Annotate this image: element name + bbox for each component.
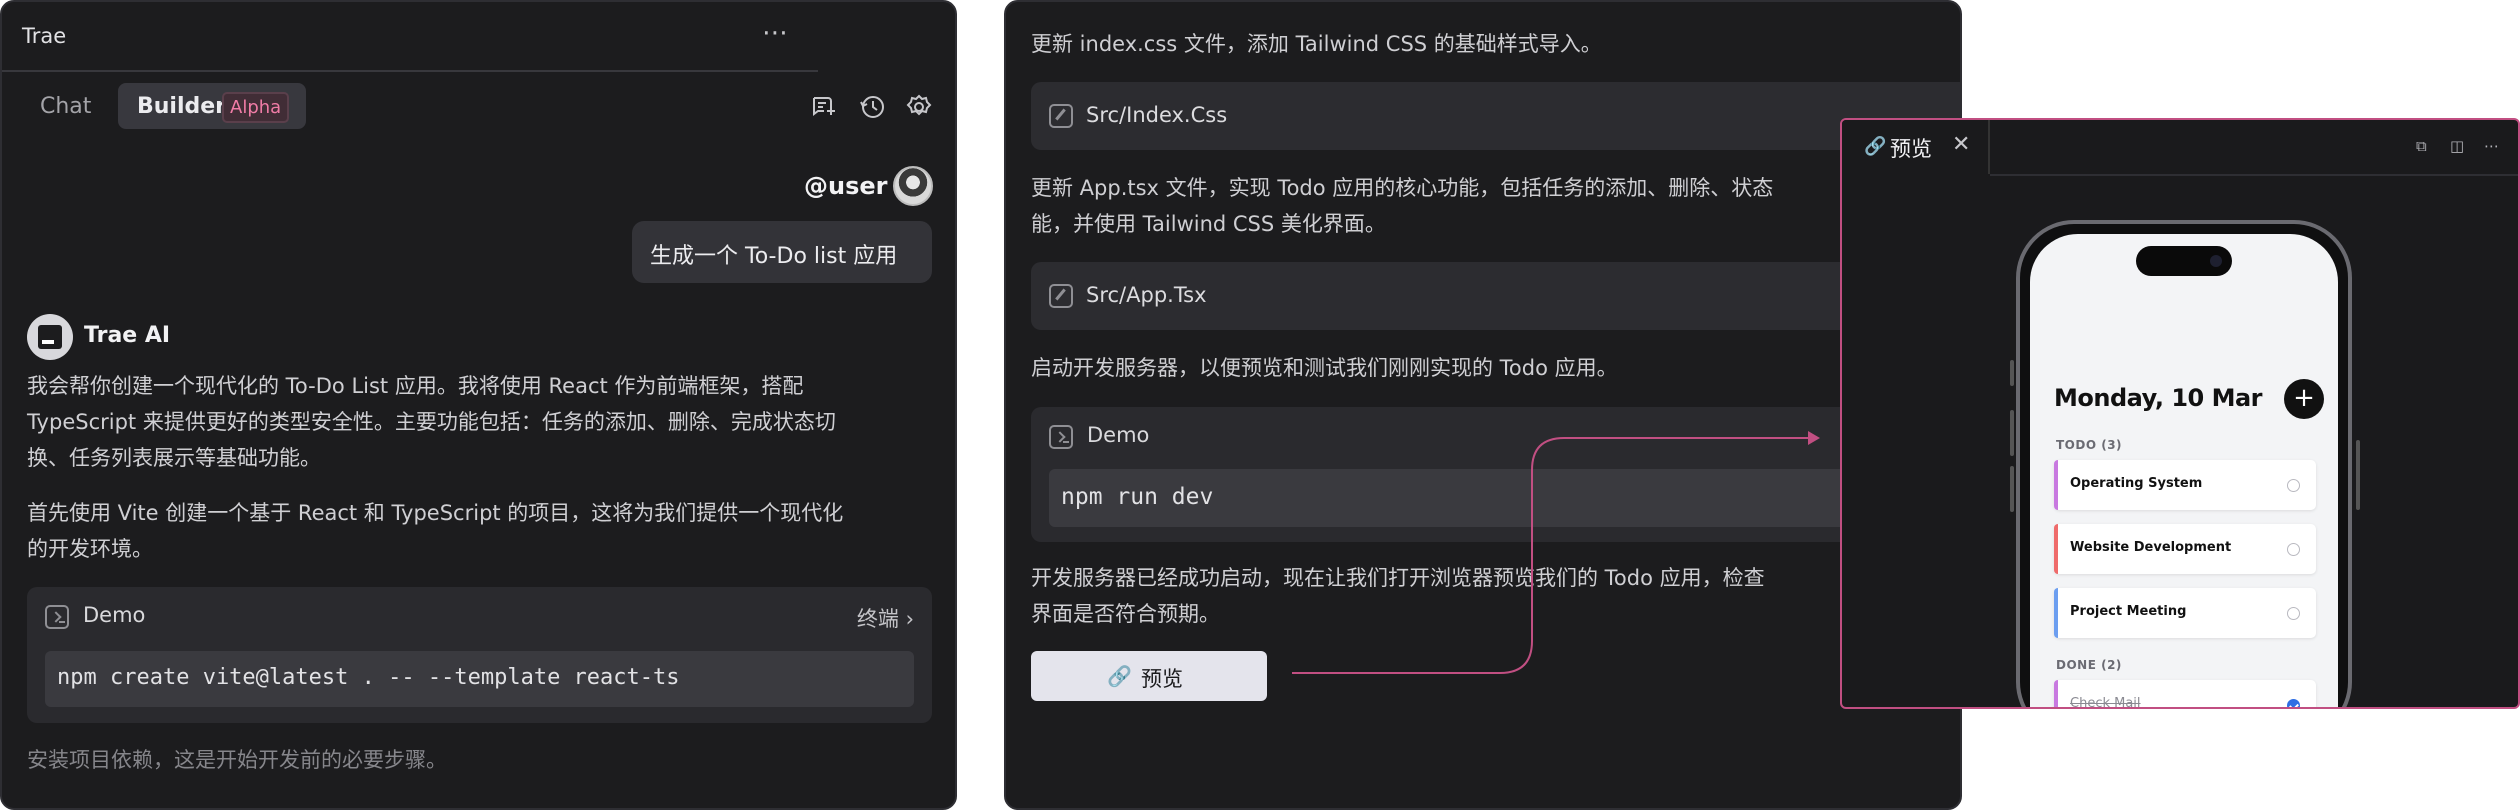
settings-icon[interactable] [904, 92, 934, 122]
todo-item[interactable]: Project Meeting [2054, 588, 2316, 638]
tab-builder-label: Builder [137, 94, 227, 119]
tab-preview[interactable]: 🔗 预览 ✕ [1842, 120, 1990, 174]
link-icon: 🔗 [1107, 664, 1132, 688]
demo-name: Demo [1087, 423, 1150, 447]
file-name: Src/App.Tsx [1086, 283, 1207, 307]
close-icon[interactable]: ✕ [1952, 132, 1970, 157]
todo-title: Project Meeting [2070, 604, 2187, 619]
link-icon: 🔗 [1864, 136, 1887, 157]
ai-avatar [27, 314, 73, 360]
tab-chat[interactable]: Chat [40, 94, 91, 119]
phone-side-button [2356, 440, 2360, 510]
builder-output-panel: 更新 index.css 文件，添加 Tailwind CSS 的基础样式导入。… [1004, 0, 1962, 810]
todo-color-bar [2054, 588, 2058, 638]
step-text-2: 更新 App.tsx 文件，实现 Todo 应用的核心功能，包括任务的添加、删除… [1031, 176, 1774, 236]
alpha-badge: Alpha [222, 92, 290, 123]
done-item[interactable]: Check Mail [2054, 680, 2316, 709]
demo-code: npm run dev [1061, 484, 1214, 510]
command-code-block: npm create vite@latest . -- --template r… [45, 651, 914, 707]
demo-command-card: Demo npm run dev [1031, 407, 1960, 542]
todo-color-bar [2054, 460, 2058, 510]
chevron-right-icon: › [905, 607, 914, 631]
todo-title: Website Development [2070, 540, 2232, 555]
todo-section-header: TODO (3) [2056, 438, 2123, 452]
split-view-icon[interactable]: ◫ [2450, 137, 2464, 155]
user-handle: @user [804, 172, 888, 200]
todo-item[interactable]: Operating System [2054, 460, 2316, 510]
step-text-1: 更新 index.css 文件，添加 Tailwind CSS 的基础样式导入。 [1031, 32, 1602, 56]
command-code: npm create vite@latest . -- --template r… [57, 665, 680, 690]
step-text-3: 启动开发服务器，以便预览和测试我们刚刚实现的 Todo 应用。 [1031, 356, 1618, 380]
preview-button-label: 预览 [1141, 667, 1183, 691]
app-title: Trae [22, 24, 67, 48]
user-avatar [893, 166, 933, 206]
ai-paragraph-1: 我会帮你创建一个现代化的 To-Do List 应用。我将使用 React 作为… [27, 374, 836, 470]
file-name: Src/Index.Css [1086, 103, 1228, 127]
add-task-button[interactable]: + [2284, 379, 2324, 419]
divider [1990, 174, 2518, 176]
demo-code-block: npm run dev [1049, 469, 1960, 527]
terminal-icon [45, 605, 69, 629]
edit-file-icon [1049, 284, 1073, 308]
todo-color-bar [2054, 524, 2058, 574]
command-card: Demo 终端 › npm create vite@latest . -- --… [27, 587, 932, 723]
open-terminal-link[interactable]: 终端 › [857, 603, 914, 633]
new-chat-icon[interactable] [808, 92, 838, 122]
command-name: Demo [83, 603, 146, 627]
edit-file-icon [1049, 104, 1073, 128]
todo-item[interactable]: Website Development [2054, 524, 2316, 574]
todo-checkbox-checked[interactable] [2287, 699, 2300, 707]
todo-title: Check Mail [2070, 696, 2141, 709]
todo-title: Operating System [2070, 476, 2203, 491]
chat-panel: Trae ⋯ Chat Builder Alpha @user 生成一个 To-… [0, 0, 957, 810]
todo-checkbox[interactable] [2287, 479, 2300, 492]
todo-checkbox[interactable] [2287, 543, 2300, 556]
terminal-icon [1049, 425, 1073, 449]
more-icon[interactable]: ⋯ [2484, 137, 2499, 155]
app-date-heading: Monday, 10 Mar [2054, 384, 2263, 412]
file-card-app-tsx[interactable]: Src/App.Tsx [1031, 262, 1960, 330]
ai-paragraph-2: 首先使用 Vite 创建一个基于 React 和 TypeScript 的项目，… [27, 501, 844, 561]
file-card-index-css[interactable]: Src/Index.Css [1031, 82, 1960, 150]
step-text-4: 开发服务器已经成功启动，现在让我们打开浏览器预览我们的 Todo 应用，检查 界… [1031, 566, 1765, 626]
tab-builder[interactable]: Builder Alpha [118, 83, 306, 129]
phone-screen: Monday, 10 Mar + TODO (3) Operating Syst… [2030, 234, 2338, 709]
phone-side-button [2010, 466, 2014, 512]
ai-paragraph-3: 安装项目依赖，这是开始开发前的必要步骤。 [27, 748, 447, 772]
dynamic-island [2136, 246, 2232, 276]
done-section-header: DONE (2) [2056, 658, 2122, 672]
divider [2, 70, 818, 72]
more-icon[interactable]: ⋯ [762, 18, 789, 48]
phone-side-button [2010, 410, 2014, 456]
user-message: 生成一个 To-Do list 应用 [650, 244, 898, 269]
preview-tab-label: 预览 [1890, 137, 1932, 161]
ai-name: Trae AI [84, 323, 171, 348]
todo-checkbox[interactable] [2287, 607, 2300, 620]
popout-icon[interactable]: ⧉ [2416, 137, 2427, 155]
history-icon[interactable] [858, 92, 888, 122]
phone-mockup: Monday, 10 Mar + TODO (3) Operating Syst… [2016, 220, 2352, 709]
preview-window: 🔗 预览 ✕ ⧉ ◫ ⋯ Monday, 10 Mar + TODO (3) O… [1840, 118, 2520, 709]
preview-button[interactable]: 🔗 预览 [1031, 651, 1267, 701]
todo-color-bar [2054, 680, 2058, 707]
user-message-bubble: 生成一个 To-Do list 应用 [632, 221, 932, 283]
phone-side-button [2010, 360, 2014, 386]
